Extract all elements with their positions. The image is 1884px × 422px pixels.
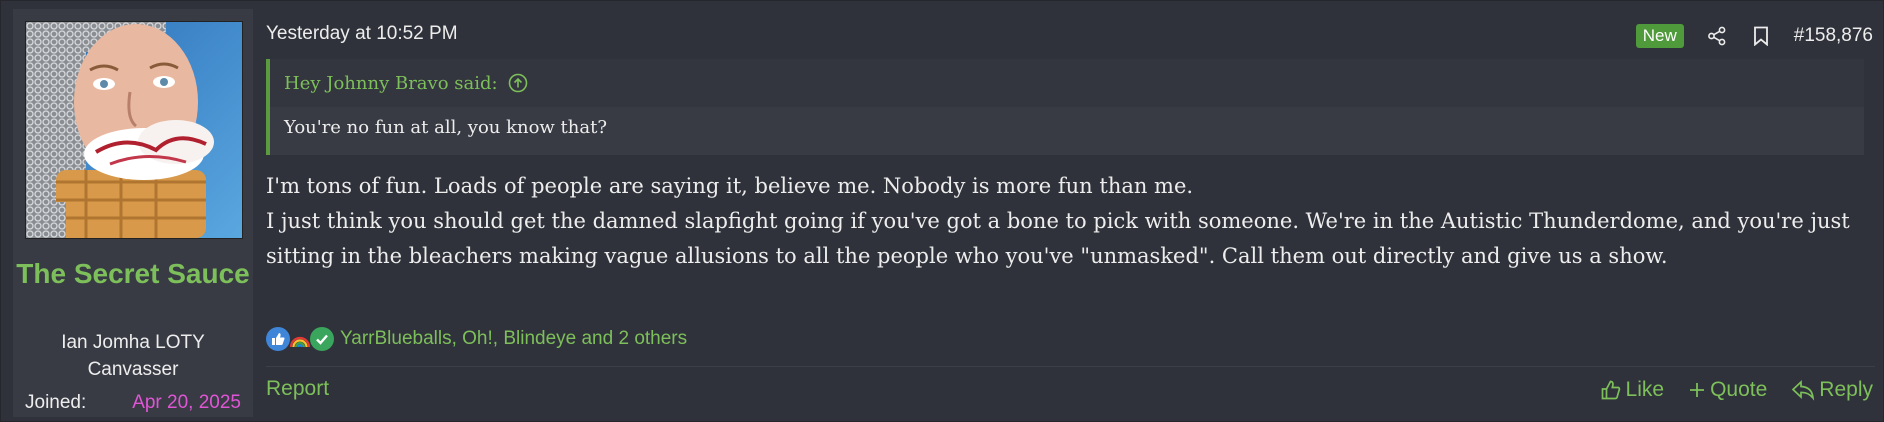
user-sidebar: The Secret Sauce Ian Jomha LOTY Canvasse… (13, 9, 253, 417)
new-badge: New (1635, 24, 1684, 48)
post-number[interactable]: #158,876 (1794, 25, 1873, 47)
share-icon[interactable] (1706, 25, 1728, 47)
reply-button[interactable]: Reply (1791, 378, 1873, 402)
arrow-up-circle-icon[interactable] (508, 73, 528, 93)
reaction-icons[interactable] (266, 327, 334, 351)
post-body: I'm tons of fun. Loads of people are say… (266, 169, 1866, 274)
reply-label[interactable]: Reply (1819, 378, 1873, 402)
user-title: Ian Jomha LOTY Canvasser (13, 329, 253, 383)
username[interactable]: The Secret Sauce (13, 255, 253, 292)
user-title-line1: Ian Jomha LOTY (61, 332, 205, 353)
post-main: Yesterday at 10:52 PM New #158,876 Hey J… (253, 9, 1875, 417)
thumbs-up-icon[interactable] (266, 327, 290, 351)
quote-block: Hey Johnny Bravo said: You're no fun at … (266, 59, 1864, 155)
report-link[interactable]: Report (266, 377, 329, 401)
post-header-actions: New #158,876 (1635, 21, 1873, 51)
reply-arrow-icon (1792, 380, 1815, 401)
rainbow-icon[interactable] (288, 327, 312, 351)
post-date[interactable]: Yesterday at 10:52 PM (266, 23, 458, 45)
joined-date: Apr 20, 2025 (132, 392, 241, 413)
like-label[interactable]: Like (1626, 378, 1665, 402)
avatar[interactable] (25, 21, 243, 239)
quote-header[interactable]: Hey Johnny Bravo said: (270, 59, 1864, 107)
bookmark-icon[interactable] (1750, 25, 1772, 47)
checkmark-icon[interactable] (310, 327, 334, 351)
forum-post: The Secret Sauce Ian Jomha LOTY Canvasse… (0, 0, 1884, 422)
post-actions: Like Quote Reply (1576, 374, 1873, 406)
like-button[interactable]: Like (1600, 378, 1665, 402)
quote-text: You're no fun at all, you know that? (284, 117, 607, 138)
reactions-bar[interactable]: YarrBlueballs, Oh!, Blindeye and 2 other… (266, 326, 687, 352)
reaction-users[interactable]: YarrBlueballs, Oh!, Blindeye and 2 other… (340, 328, 687, 350)
quote-label[interactable]: Quote (1710, 378, 1767, 402)
quote-button[interactable]: Quote (1688, 378, 1767, 402)
thumbs-up-outline-icon (1601, 380, 1620, 400)
plus-icon (1690, 383, 1705, 397)
footer-divider (266, 366, 1875, 367)
post-body-paragraph-1: I'm tons of fun. Loads of people are say… (266, 174, 1194, 198)
joined-label: Joined: (25, 392, 87, 413)
user-title-line2: Canvasser (87, 359, 179, 380)
quote-author[interactable]: Hey Johnny Bravo said: (284, 73, 498, 94)
post-body-paragraph-2: I just think you should get the damned s… (266, 209, 1850, 268)
